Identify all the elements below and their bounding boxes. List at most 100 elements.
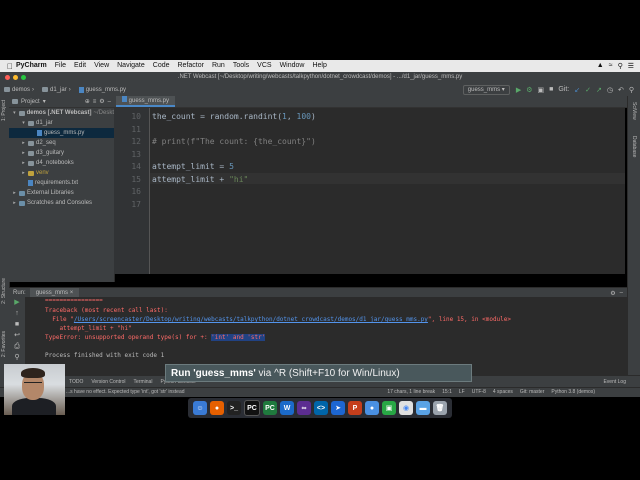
firefox-icon[interactable]: ● [210,401,224,415]
collapse-icon[interactable]: ≡ [93,99,97,105]
menu-edit[interactable]: Edit [74,60,86,72]
git-commit-icon[interactable]: ✓ [585,86,591,94]
code-editor[interactable]: the_count = random.randint(1, 100) # pri… [150,108,625,274]
tree-node[interactable]: guess_mms.py [9,128,114,138]
structure-tool-tab[interactable]: 2: Structure [1,278,7,304]
wifi-icon[interactable]: ≈ [609,62,613,70]
tree-node[interactable]: ▸ Scratches and Consoles [9,198,114,208]
hide-icon[interactable]: – [108,99,111,105]
powerpoint-icon[interactable]: P [348,401,362,415]
chevron-right-icon[interactable]: ▸ [12,188,17,198]
menu-list-icon[interactable]: ☰ [628,62,634,70]
console-file-link[interactable]: /Users/screencaster/Desktop/writing/webc… [74,316,428,323]
breadcrumb-file[interactable]: guess_mms.py [75,86,130,93]
tree-node[interactable]: ▾ demos [.NET Webcast] ~/Deskt [9,108,114,118]
debug-icon[interactable]: ⚙ [526,86,532,94]
pycharm-alt-icon[interactable]: PC [263,401,277,415]
status-encoding[interactable]: UTF-8 [472,388,486,397]
dropdown-icon[interactable]: ▾ [43,98,46,105]
favorites-tool-tab[interactable]: 2: Favorites [1,331,7,357]
tree-node[interactable]: ▸ venv [9,168,114,178]
status-menu-icon[interactable]: ▲ [597,62,604,70]
trash-icon[interactable]: 🗑 [433,401,447,415]
zoom-window-button[interactable] [21,75,26,80]
chevron-right-icon[interactable]: ▸ [12,198,17,208]
chevron-right-icon[interactable]: ▸ [21,158,26,168]
database-tool-tab[interactable]: Database [631,136,637,157]
rerun-icon[interactable]: ▶ [9,297,25,308]
todo-tab[interactable]: TODO [69,379,83,385]
run-icon[interactable]: ▶ [516,86,521,94]
terminal-tab[interactable]: Terminal [134,379,153,385]
chrome-icon[interactable]: ◉ [399,401,413,415]
settings-icon[interactable]: ⚙ [99,98,104,105]
coverage-icon[interactable]: ▣ [538,86,545,94]
breadcrumb-demos[interactable]: demos › [0,87,38,93]
menu-refactor[interactable]: Refactor [178,60,204,72]
git-push-icon[interactable]: ↗ [596,86,602,94]
menu-file[interactable]: File [55,60,66,72]
chevron-down-icon[interactable]: ▾ [21,118,26,128]
status-indent[interactable]: 4 spaces [493,388,513,397]
menu-window[interactable]: Window [280,60,305,72]
status-git-branch[interactable]: Git: master [520,388,544,397]
project-tool-tab[interactable]: 1: Project [1,100,7,121]
menu-run[interactable]: Run [212,60,225,72]
menu-help[interactable]: Help [312,60,326,72]
tree-node[interactable]: requirements.txt [9,178,114,188]
vscode-icon[interactable]: <> [314,401,328,415]
tree-node[interactable]: ▸ External Libraries [9,188,114,198]
editor-tab-guess-mms[interactable]: guess_mms.py [116,96,176,107]
blue-app-icon[interactable]: ● [365,401,379,415]
chevron-down-icon[interactable]: ▾ [12,108,17,118]
apple-icon[interactable]:  [4,62,16,71]
revert-icon[interactable]: ↶ [618,86,624,94]
chevron-right-icon[interactable]: ▸ [21,138,26,148]
run-config-select[interactable]: guess_mms ▾ [462,84,510,95]
version-control-tab[interactable]: Version Control [91,379,125,385]
folder-dock-icon[interactable]: ▬ [416,401,430,415]
up-icon[interactable]: ↑ [9,308,25,319]
print-icon[interactable]: ⎙ [9,341,25,352]
search-everywhere-icon[interactable]: ⚲ [629,86,634,94]
menu-vcs[interactable]: VCS [257,60,271,72]
menu-tools[interactable]: Tools [233,60,249,72]
history-icon[interactable]: ◷ [607,86,613,94]
breadcrumb-d1-jar[interactable]: d1_jar › [38,87,75,93]
status-interpreter[interactable]: Python 3.8 (demos) [551,388,595,397]
minimize-window-button[interactable] [13,75,18,80]
menu-view[interactable]: View [94,60,109,72]
tree-node[interactable]: ▾ d1_jar [9,118,114,128]
run-hide-icon[interactable]: – [620,290,623,296]
chevron-right-icon[interactable]: ▸ [21,168,26,178]
event-log-tab[interactable]: Event Log [603,379,626,385]
run-settings-icon[interactable]: ⚙ [610,290,615,297]
tree-node[interactable]: ▸ d2_seq [9,138,114,148]
word-icon[interactable]: W [280,401,294,415]
git-update-icon[interactable]: ↙ [574,86,580,94]
project-panel-title[interactable]: Project [21,99,40,105]
tree-node[interactable]: ▸ d3_guitary [9,148,114,158]
pin-icon[interactable]: ⚲ [9,352,25,363]
search-icon[interactable]: ⚲ [618,62,623,70]
tree-node[interactable]: ▸ d4_notebooks [9,158,114,168]
terminal-icon[interactable]: >_ [227,401,241,415]
menu-code[interactable]: Code [153,60,170,72]
close-window-button[interactable] [5,75,10,80]
maps-icon[interactable]: ➤ [331,401,345,415]
chevron-right-icon[interactable]: ▸ [21,148,26,158]
menu-app[interactable]: PyCharm [16,60,47,72]
status-position[interactable]: 15:1 [442,388,452,397]
green-app-icon[interactable]: ▣ [382,401,396,415]
locate-icon[interactable]: ⊕ [85,98,90,105]
sciview-tool-tab[interactable]: SciView [631,102,637,120]
stop-icon[interactable]: ■ [549,86,553,94]
wrap-icon[interactable]: ↩ [9,330,25,341]
status-line-ending[interactable]: LF [459,388,465,397]
menu-navigate[interactable]: Navigate [117,60,145,72]
stop-run-icon[interactable]: ■ [9,319,25,330]
code-line-12: # print(f"The count: {the_count}") [152,137,316,146]
finder-icon[interactable]: ☺ [193,401,207,415]
visual-studio-icon[interactable]: ∞ [297,401,311,415]
pycharm-icon[interactable]: PC [244,400,260,416]
